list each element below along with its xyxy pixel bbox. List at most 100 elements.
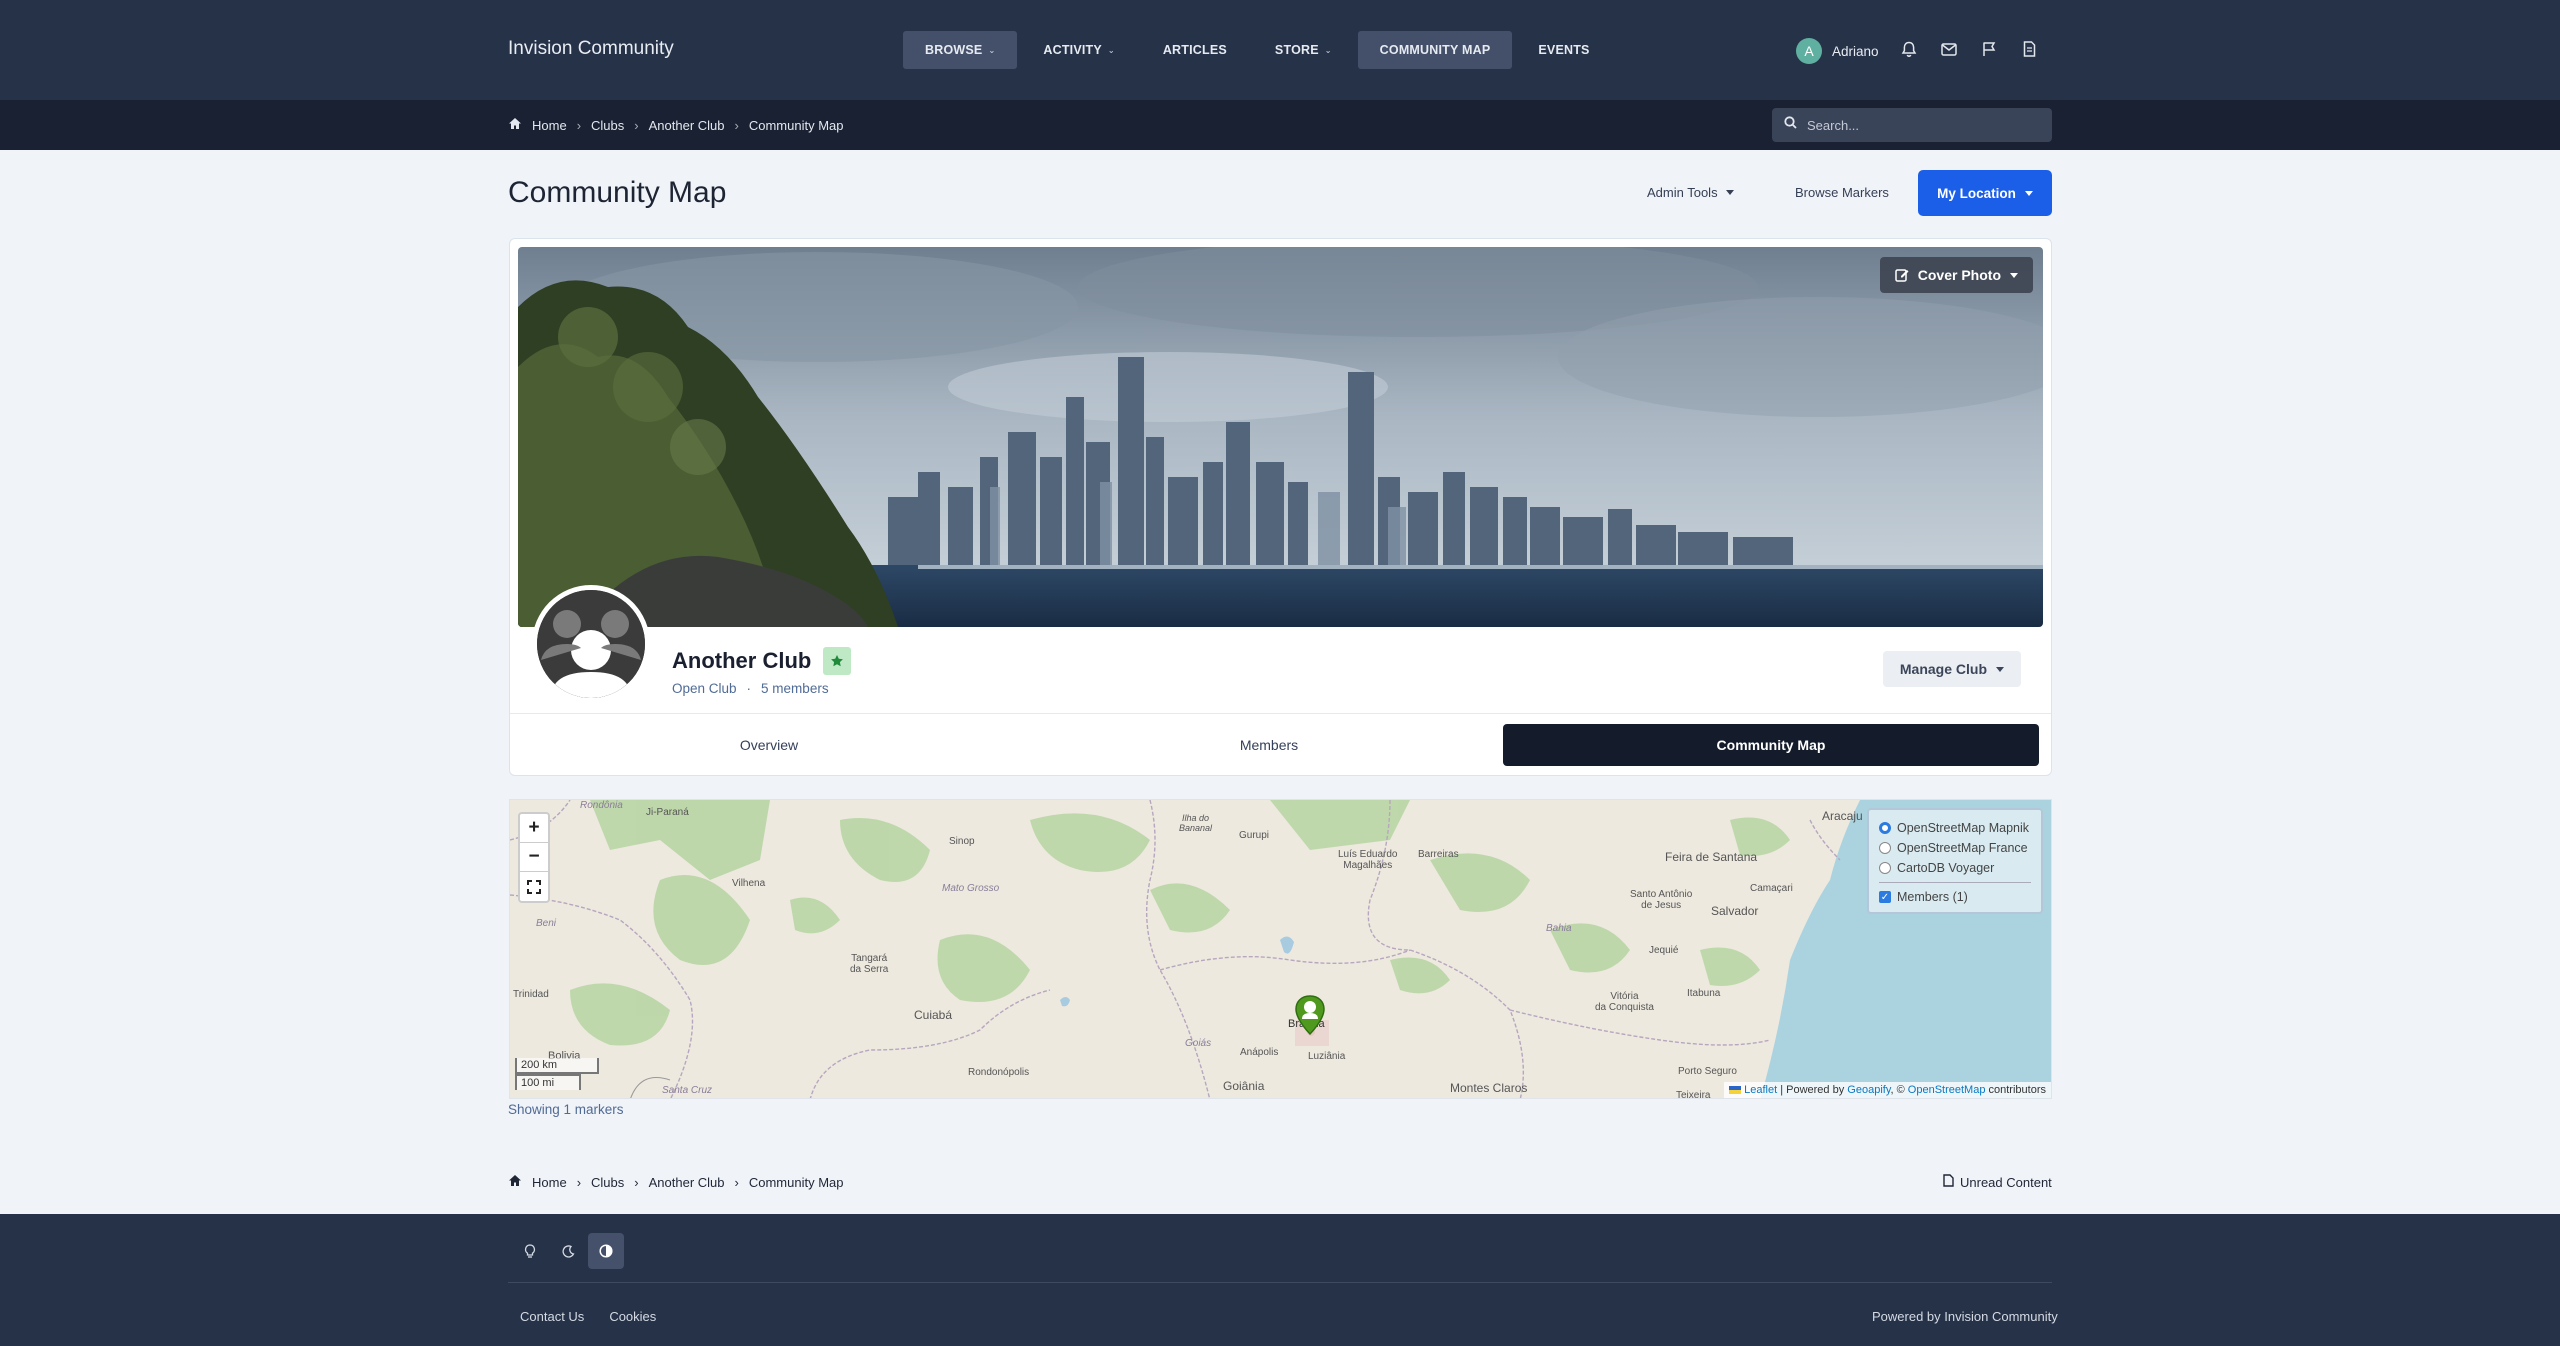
marker-count: Showing 1 markers xyxy=(508,1102,624,1117)
footer-link-contact[interactable]: Contact Us xyxy=(520,1309,584,1324)
nav-community-map[interactable]: COMMUNITY MAP xyxy=(1357,31,1513,69)
map-label-barreiras: Barreiras xyxy=(1418,849,1459,860)
openstreetmap-link[interactable]: OpenStreetMap xyxy=(1908,1084,1986,1096)
zoom-out-button[interactable]: − xyxy=(520,843,548,872)
map-label-ilhadobananal: Ilha do Bananal xyxy=(1179,813,1213,833)
contrast-icon[interactable] xyxy=(588,1233,624,1269)
cover-photo-button[interactable]: Cover Photo xyxy=(1879,257,2033,293)
breadcrumb-bottom: Home › Clubs › Another Club › Community … xyxy=(508,1174,844,1190)
tab-overview[interactable]: Overview xyxy=(520,724,1018,766)
map-marker-member[interactable] xyxy=(1293,994,1327,1041)
nav-store[interactable]: STORE ⌄ xyxy=(1253,31,1354,69)
breadcrumb-home[interactable]: Home xyxy=(532,1175,567,1190)
theme-switcher xyxy=(512,1233,624,1269)
ukraine-flag-icon xyxy=(1729,1086,1742,1095)
club-meta: Open Club · 5 members xyxy=(672,681,829,696)
map-label-trinidad: Trinidad xyxy=(513,989,549,1000)
club-members-count[interactable]: 5 members xyxy=(761,681,829,696)
footer-link-cookies[interactable]: Cookies xyxy=(609,1309,656,1324)
my-location-button[interactable]: My Location xyxy=(1918,170,2052,216)
tab-members[interactable]: Members xyxy=(1022,724,1516,766)
caret-down-icon xyxy=(1725,190,1734,195)
moon-icon[interactable] xyxy=(550,1233,586,1269)
site-brand[interactable]: Invision Community xyxy=(508,38,674,60)
chevron-down-icon: ⌄ xyxy=(988,45,996,55)
nav-activity[interactable]: ACTIVITY ⌄ xyxy=(1021,31,1136,69)
radio-button[interactable] xyxy=(1879,842,1891,854)
map-label-matogrosso: Mato Grosso xyxy=(942,883,1000,894)
breadcrumb-community-map[interactable]: Community Map xyxy=(749,118,844,133)
map-label-itabuna: Itabuna xyxy=(1687,988,1721,999)
user-avatar: A xyxy=(1796,38,1822,64)
main-nav: BROWSE ⌄ ACTIVITY ⌄ ARTICLES STORE ⌄ COMMUN… xyxy=(903,31,1612,69)
map-label-camacari: Camaçari xyxy=(1750,883,1793,894)
nav-events[interactable]: EVENTS xyxy=(1516,31,1611,69)
unread-content-link[interactable]: Unread Content xyxy=(1943,1174,2052,1190)
caret-down-icon xyxy=(2024,190,2033,196)
bell-icon[interactable] xyxy=(1898,38,1920,60)
chevron-right-icon: › xyxy=(734,117,739,133)
map-label-vilhena: Vilhena xyxy=(732,878,766,889)
radio-button[interactable] xyxy=(1879,822,1891,834)
map-label-tangara: Tangará da Serra xyxy=(850,953,889,975)
user-menu[interactable]: A Adriano xyxy=(1796,38,1879,64)
radio-button[interactable] xyxy=(1879,862,1891,874)
page-title: Community Map xyxy=(508,176,727,209)
tab-community-map[interactable]: Community Map xyxy=(1503,724,2039,766)
breadcrumb-another-club[interactable]: Another Club xyxy=(649,118,725,133)
map-label-vitoria: Vitória da Conquista xyxy=(1595,991,1654,1013)
map-label-luiseduardo: Luís Eduardo Magalhães xyxy=(1338,849,1398,871)
map-tiles xyxy=(510,800,2051,1098)
fullscreen-icon[interactable] xyxy=(520,872,548,901)
breadcrumb-clubs[interactable]: Clubs xyxy=(591,118,624,133)
header-icons xyxy=(1898,38,2040,60)
geoapify-link[interactable]: Geoapify xyxy=(1847,1084,1890,1096)
layer-option-osm-france[interactable]: OpenStreetMap France xyxy=(1879,838,2031,858)
club-avatar xyxy=(532,585,650,703)
map-label-salvador: Salvador xyxy=(1711,904,1759,918)
chevron-right-icon: › xyxy=(734,1174,739,1190)
manage-club-button[interactable]: Manage Club xyxy=(1882,651,2021,687)
breadcrumb-another-club[interactable]: Another Club xyxy=(649,1175,725,1190)
caret-down-icon xyxy=(2010,272,2018,278)
map-label-cuiaba: Cuiabá xyxy=(914,1008,953,1022)
envelope-icon[interactable] xyxy=(1938,38,1960,60)
map-zoom-control: + − xyxy=(518,812,550,903)
chevron-right-icon: › xyxy=(634,1174,639,1190)
chevron-right-icon: › xyxy=(634,117,639,133)
map-label-sinop: Sinop xyxy=(949,836,975,847)
map-label-jiparana: Ji-Paraná xyxy=(646,807,689,818)
map-label-montesclaros: Montes Claros xyxy=(1450,1081,1528,1095)
document-icon[interactable] xyxy=(2018,38,2040,60)
breadcrumb-home[interactable]: Home xyxy=(532,118,567,133)
layer-option-cartodb[interactable]: CartoDB Voyager xyxy=(1879,858,2031,878)
map-label-jequie: Jequié xyxy=(1649,945,1679,956)
map-label-rondonia: Rondônia xyxy=(580,800,623,811)
nav-articles[interactable]: ARTICLES xyxy=(1141,31,1249,69)
footer-links: Contact Us Cookies xyxy=(520,1309,656,1324)
zoom-in-button[interactable]: + xyxy=(520,814,548,843)
layer-option-mapnik[interactable]: OpenStreetMap Mapnik xyxy=(1879,818,2031,838)
breadcrumb-clubs[interactable]: Clubs xyxy=(591,1175,624,1190)
site-header: Invision Community BROWSE ⌄ ACTIVITY ⌄ ART… xyxy=(0,0,2560,100)
map-label-bahia: Bahia xyxy=(1546,923,1572,934)
featured-star-icon xyxy=(823,647,852,675)
search-input[interactable] xyxy=(1807,117,2027,133)
user-name: Adriano xyxy=(1832,43,1879,59)
checkbox-checked-icon[interactable]: ✓ xyxy=(1879,891,1891,903)
overlay-members[interactable]: ✓ Members (1) xyxy=(1879,887,2031,907)
map-label-anapolis: Anápolis xyxy=(1240,1047,1279,1058)
search-box[interactable] xyxy=(1772,108,2052,142)
map-label-luziania: Luziânia xyxy=(1308,1051,1346,1062)
nav-browse[interactable]: BROWSE ⌄ xyxy=(903,31,1018,69)
leaflet-link[interactable]: Leaflet xyxy=(1744,1084,1777,1096)
admin-tools-button[interactable]: Admin Tools xyxy=(1647,185,1734,200)
flag-icon[interactable] xyxy=(1978,38,2000,60)
community-map[interactable]: Rondônia Ji-Paraná Vilhena Beni Trinidad… xyxy=(509,799,2052,1099)
breadcrumb-community-map[interactable]: Community Map xyxy=(749,1175,844,1190)
lightbulb-icon[interactable] xyxy=(512,1233,548,1269)
footer-divider xyxy=(508,1282,2052,1283)
powered-by[interactable]: Powered by Invision Community xyxy=(1872,1309,2058,1324)
breadcrumb-bar: Home › Clubs › Another Club › Community … xyxy=(0,100,2560,150)
browse-markers-button[interactable]: Browse Markers xyxy=(1795,185,1889,200)
